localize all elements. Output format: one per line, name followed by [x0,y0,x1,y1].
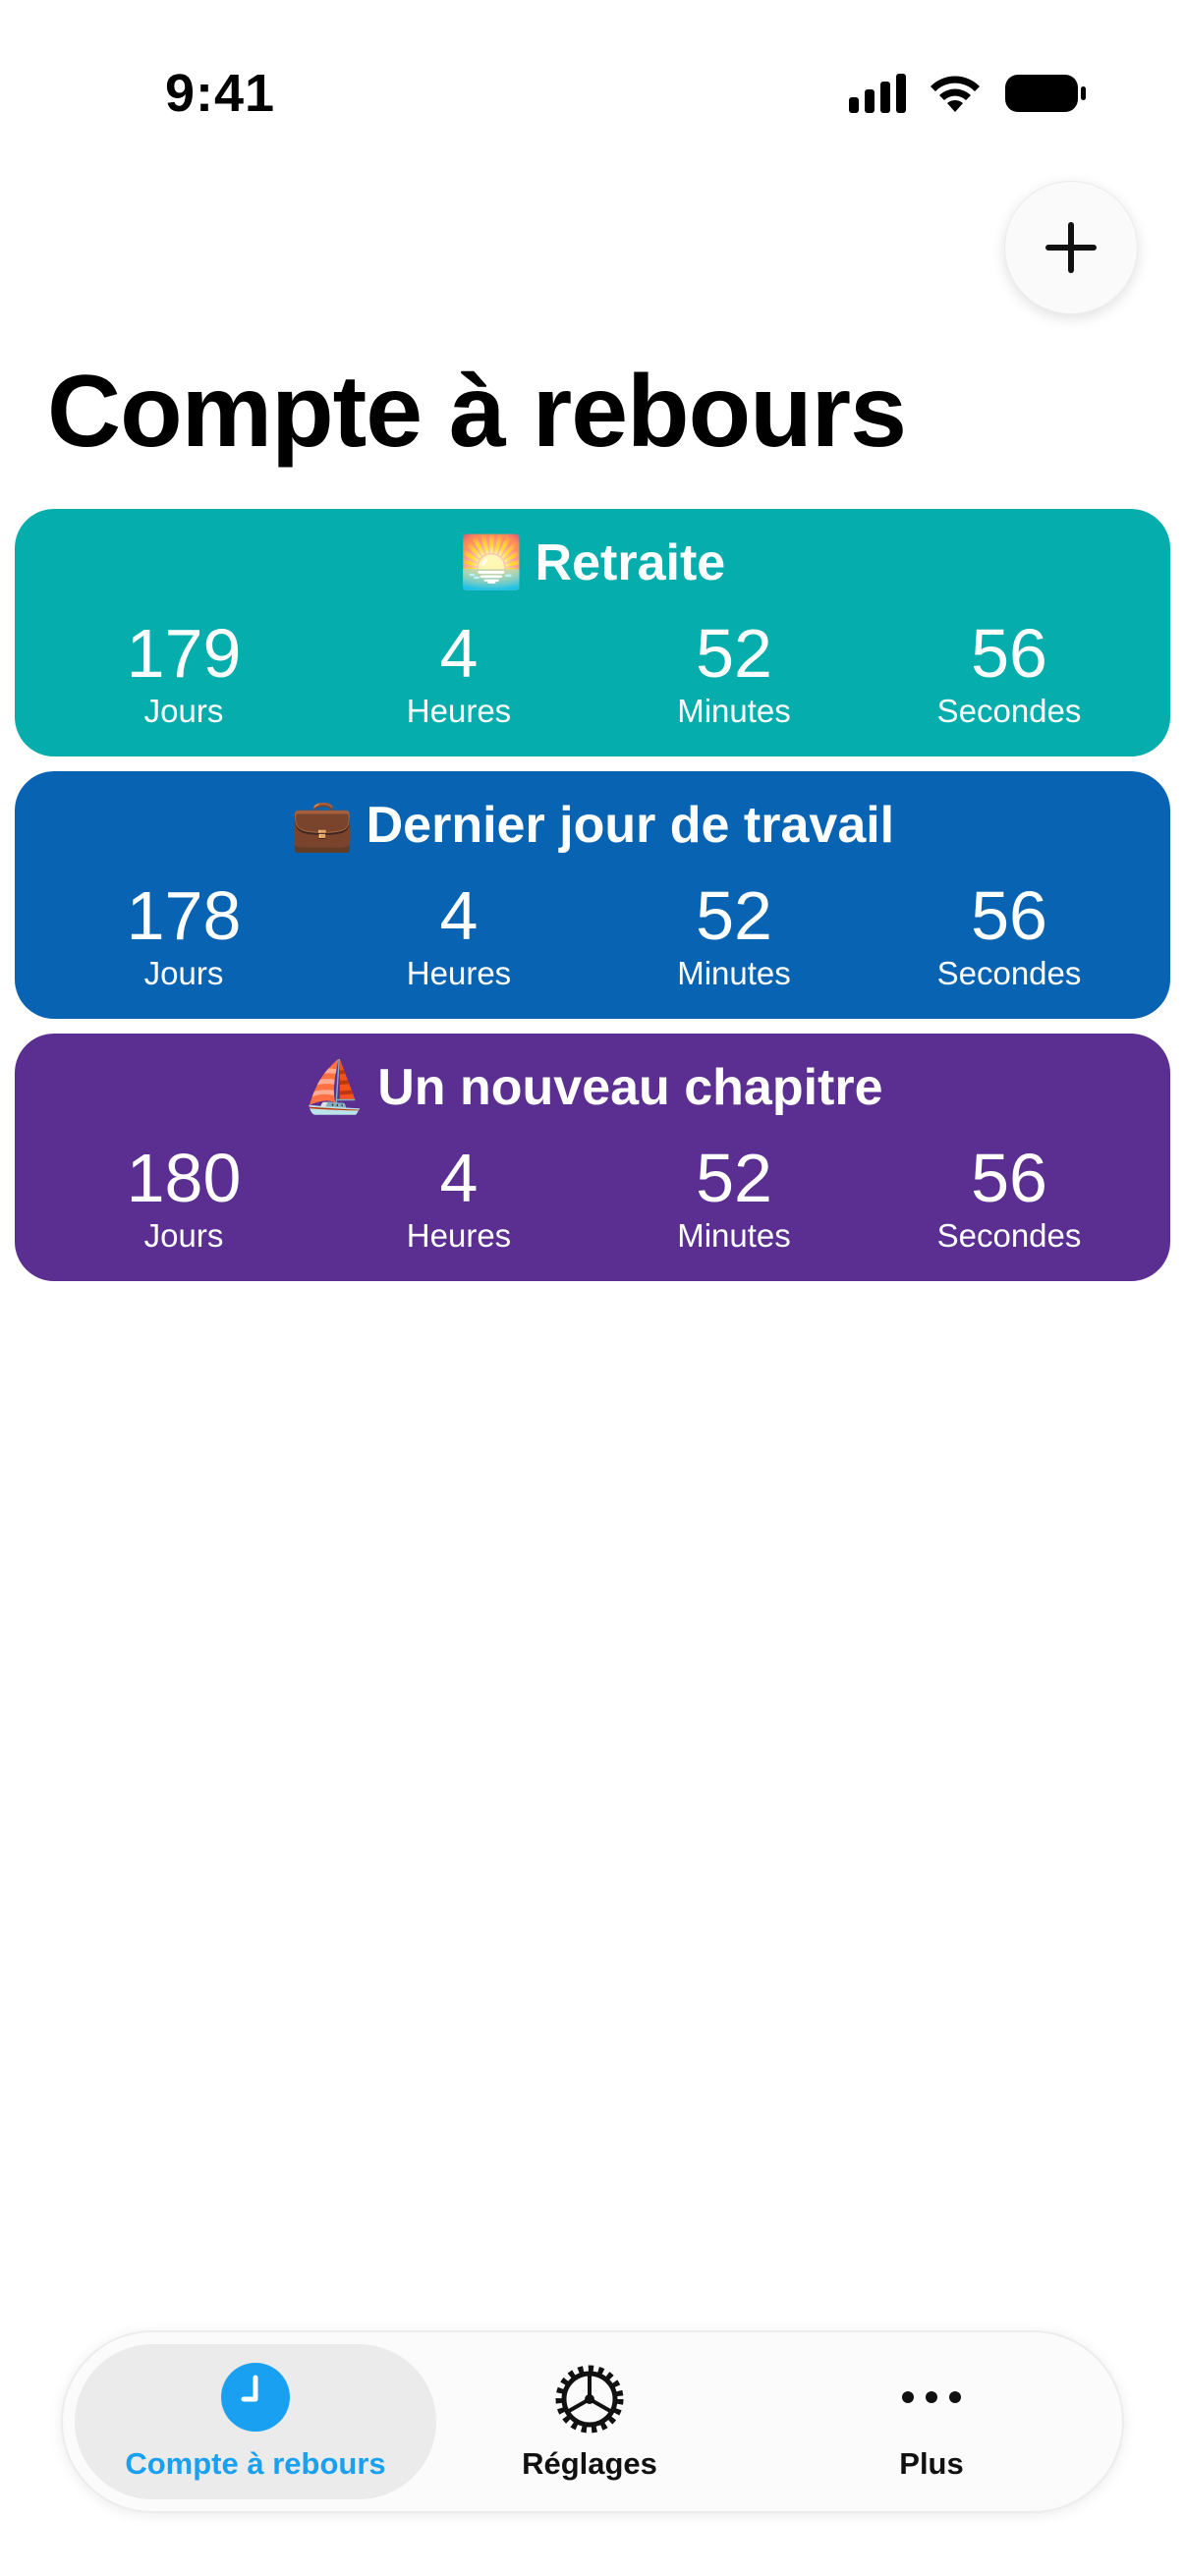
days-label: Jours [143,1217,224,1254]
seconds-label: Secondes [936,1217,1082,1254]
wifi-icon [931,76,980,112]
cellular-signal-icon [849,74,906,113]
add-countdown-button[interactable] [1004,181,1138,314]
gear-icon [555,2365,624,2434]
countdown-list: 🌅 Retraite 179 Jours 4 Heures 52 Minutes 56 S… [15,509,1170,1296]
minutes-label: Minutes [677,955,791,991]
days-unit: 179 Jours [46,615,321,731]
page-title: Compte à rebours [47,355,907,469]
countdown-title-text: Retraite [535,534,726,591]
status-icons [849,73,1087,114]
countdown-title-text: Un nouveau chapitre [377,1059,883,1116]
hours-label: Heures [406,1217,512,1254]
minutes-unit: 52 Minutes [596,615,872,731]
sunrise-icon: 🌅 [459,534,524,591]
minutes-value: 52 [696,1140,772,1216]
days-label: Jours [143,955,224,991]
seconds-label: Secondes [936,693,1082,729]
countdown-card-retraite[interactable]: 🌅 Retraite 179 Jours 4 Heures 52 Minutes 56 S… [15,509,1170,756]
tab-label: Compte à rebours [125,2446,386,2481]
days-label: Jours [143,693,224,729]
days-unit: 178 Jours [46,877,321,993]
countdown-title: 💼 Dernier jour de travail [15,795,1170,855]
hours-unit: 4 Heures [321,615,596,731]
minutes-label: Minutes [677,693,791,729]
countdown-title: 🌅 Retraite [15,532,1170,592]
plus-icon [1045,222,1097,273]
sailboat-icon: ⛵ [302,1059,367,1116]
seconds-label: Secondes [936,955,1082,991]
tab-compte-a-rebours[interactable]: Compte à rebours [88,2344,423,2499]
countdown-title-text: Dernier jour de travail [366,797,895,854]
days-value: 180 [126,1140,242,1216]
days-unit: 180 Jours [46,1140,321,1256]
status-bar: 9:41 [0,0,1185,187]
days-value: 178 [126,877,242,954]
countdown-title: ⛵ Un nouveau chapitre [15,1057,1170,1117]
battery-icon [1005,75,1086,112]
more-icon [902,2391,961,2403]
status-time: 9:41 [165,64,276,123]
minutes-unit: 52 Minutes [596,1140,872,1256]
minutes-value: 52 [696,615,772,692]
seconds-value: 56 [971,1140,1047,1216]
seconds-unit: 56 Secondes [872,877,1147,993]
hours-unit: 4 Heures [321,877,596,993]
hours-unit: 4 Heures [321,1140,596,1256]
minutes-unit: 52 Minutes [596,877,872,993]
hours-value: 4 [439,877,479,954]
tab-reglages[interactable]: Réglages [423,2344,757,2499]
tab-label: Plus [899,2446,964,2481]
hours-label: Heures [406,955,512,991]
countdown-card-dernier-jour[interactable]: 💼 Dernier jour de travail 178 Jours 4 Heure… [15,771,1170,1019]
briefcase-icon: 💼 [290,797,355,854]
tab-label: Réglages [522,2446,657,2481]
countdown-card-nouveau-chapitre[interactable]: ⛵ Un nouveau chapitre 180 Jours 4 Heures 52… [15,1034,1170,1281]
seconds-unit: 56 Secondes [872,615,1147,731]
minutes-value: 52 [696,877,772,954]
tab-plus[interactable]: Plus [764,2344,1099,2499]
hours-label: Heures [406,693,512,729]
seconds-value: 56 [971,877,1047,954]
hours-value: 4 [439,615,479,692]
seconds-unit: 56 Secondes [872,1140,1147,1256]
clock-icon [221,2363,290,2432]
minutes-label: Minutes [677,1217,791,1254]
tab-bar: Compte à rebours Réglages Plus [61,2330,1124,2513]
seconds-value: 56 [971,615,1047,692]
days-value: 179 [126,615,242,692]
hours-value: 4 [439,1140,479,1216]
